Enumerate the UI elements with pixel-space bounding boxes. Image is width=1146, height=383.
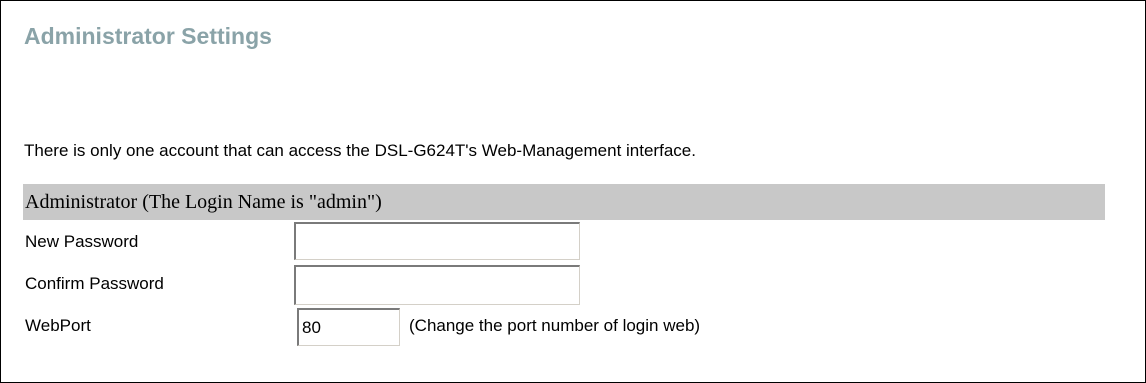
confirm-password-input[interactable] bbox=[294, 265, 580, 305]
administrator-section-header: Administrator (The Login Name is "admin"… bbox=[23, 184, 1105, 220]
new-password-label: New Password bbox=[25, 232, 139, 251]
new-password-input[interactable] bbox=[294, 222, 580, 260]
web-port-input[interactable] bbox=[297, 308, 400, 346]
page-title: Administrator Settings bbox=[24, 23, 272, 49]
web-port-hint: (Change the port number of login web) bbox=[409, 316, 701, 335]
web-port-label: WebPort bbox=[25, 316, 91, 335]
settings-panel: Administrator Settings There is only one… bbox=[0, 0, 1146, 383]
intro-text: There is only one account that can acces… bbox=[24, 141, 696, 160]
confirm-password-label: Confirm Password bbox=[25, 274, 164, 293]
